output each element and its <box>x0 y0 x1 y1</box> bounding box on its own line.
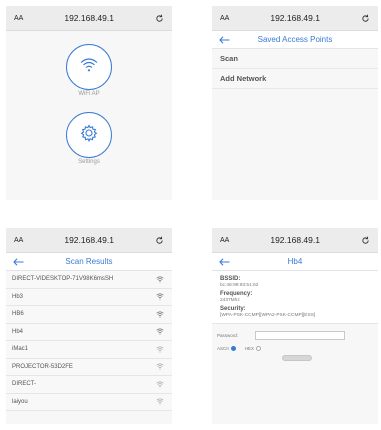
settings-button[interactable] <box>66 112 112 158</box>
password-input[interactable] <box>255 331 345 340</box>
url-text[interactable]: 192.168.49.1 <box>64 13 114 23</box>
wifi-signal-icon <box>156 398 164 405</box>
connect-button[interactable] <box>282 355 312 361</box>
gear-icon <box>79 123 99 148</box>
reload-icon[interactable] <box>361 236 370 245</box>
page-title: Hb4 <box>287 257 303 266</box>
password-row: Password: <box>212 331 378 340</box>
wifi-icon <box>79 57 99 78</box>
url-bar: AA 192.168.49.1 <box>212 6 378 31</box>
encoding-options: ASCII HEX <box>212 346 378 351</box>
url-bar: AA 192.168.49.1 <box>6 228 172 253</box>
page-title: Saved Access Points <box>257 35 333 44</box>
reload-icon[interactable] <box>155 14 164 23</box>
wifi-signal-icon <box>156 276 164 283</box>
network-list: DIRECT-VIDESKTOP-71V98K6msSH Hb3 HB6 Hb4… <box>6 271 172 411</box>
ascii-radio[interactable] <box>230 346 236 351</box>
wifi-signal-icon <box>156 363 164 370</box>
security-value: [WPA-PSK-CCMP][WPA2-PSK-CCMP][ESS] <box>220 313 316 318</box>
menu-item-add-network[interactable]: Add Network <box>212 69 378 89</box>
frequency-value: 2437Mhz <box>220 298 240 303</box>
settings-label: Settings <box>78 159 100 165</box>
hex-label: HEX <box>244 346 255 351</box>
nav-bar: Hb4 <box>212 253 378 271</box>
text-size-button[interactable]: AA <box>220 15 229 22</box>
wifi-signal-icon <box>156 293 164 300</box>
back-arrow-icon[interactable] <box>216 32 232 48</box>
page-title: Scan Results <box>65 257 113 266</box>
wifi-signal-icon <box>156 381 164 388</box>
wifi-signal-icon <box>156 328 164 335</box>
text-size-button[interactable]: AA <box>14 15 23 22</box>
network-detail-screen: AA 192.168.49.1 Hb4 BSSID: bc:46:99:93:5… <box>212 228 378 424</box>
wifi-ap-label: WiFi AP <box>78 91 100 97</box>
network-ssid: DIRECT-VIDESKTOP-71V98K6msSH <box>12 276 114 283</box>
hex-radio[interactable] <box>256 346 262 351</box>
nav-bar: Saved Access Points <box>212 31 378 49</box>
text-size-button[interactable]: AA <box>14 237 23 244</box>
ascii-label: ASCII <box>217 346 229 351</box>
network-ssid: iMac1 <box>12 346 29 353</box>
saved-access-points-screen: AA 192.168.49.1 Saved Access Points Scan… <box>212 6 378 200</box>
text-size-button[interactable]: AA <box>220 237 229 244</box>
menu-item-scan[interactable]: Scan <box>212 49 378 69</box>
security-label: Security: <box>220 306 246 312</box>
wifi-ap-button[interactable] <box>66 44 112 90</box>
reload-icon[interactable] <box>361 14 370 23</box>
network-details: BSSID: bc:46:99:93:51:62 Frequency: 2437… <box>212 271 378 324</box>
bssid-label: BSSID: <box>220 276 241 282</box>
network-ssid: Hb4 <box>12 328 24 335</box>
url-bar: AA 192.168.49.1 <box>6 6 172 31</box>
network-row[interactable]: DIRECT- <box>6 376 172 394</box>
scan-results-screen: AA 192.168.49.1 Scan Results DIRECT-VIDE… <box>6 228 172 424</box>
url-text[interactable]: 192.168.49.1 <box>64 235 114 245</box>
network-row[interactable]: iMac1 <box>6 341 172 359</box>
wifi-signal-icon <box>156 346 164 353</box>
network-row[interactable]: HB6 <box>6 306 172 324</box>
nav-bar: Scan Results <box>6 253 172 271</box>
frequency-label: Frequency: <box>220 291 253 297</box>
home-screen: AA 192.168.49.1 WiFi AP Settings <box>6 6 172 200</box>
reload-icon[interactable] <box>155 236 164 245</box>
network-row[interactable]: Hb3 <box>6 288 172 306</box>
network-row[interactable]: DIRECT-VIDESKTOP-71V98K6msSH <box>6 271 172 289</box>
back-arrow-icon[interactable] <box>10 254 26 270</box>
password-label: Password: <box>217 333 239 338</box>
network-row[interactable]: PROJECTOR-53D2FE <box>6 358 172 376</box>
network-ssid: PROJECTOR-53D2FE <box>12 363 73 370</box>
network-ssid: laiyou <box>12 398 28 405</box>
back-arrow-icon[interactable] <box>216 254 232 270</box>
url-text[interactable]: 192.168.49.1 <box>270 235 320 245</box>
url-text[interactable]: 192.168.49.1 <box>270 13 320 23</box>
network-row[interactable]: Hb4 <box>6 323 172 341</box>
network-ssid: DIRECT- <box>12 381 36 388</box>
network-ssid: HB6 <box>12 311 24 318</box>
network-ssid: Hb3 <box>12 293 24 300</box>
url-bar: AA 192.168.49.1 <box>212 228 378 253</box>
wifi-signal-icon <box>156 311 164 318</box>
bssid-value: bc:46:99:93:51:62 <box>220 283 259 288</box>
network-row[interactable]: laiyou <box>6 393 172 411</box>
